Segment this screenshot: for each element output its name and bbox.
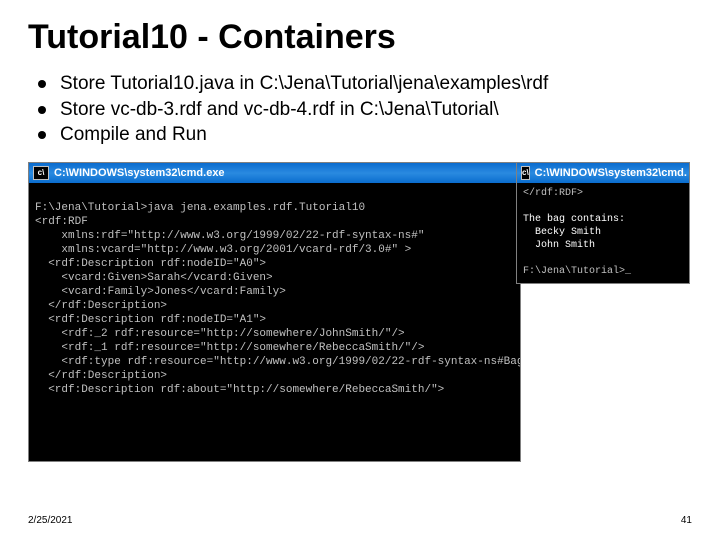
bullet-item: Store vc-db-3.rdf and vc-db-4.rdf in C:\…: [38, 97, 692, 123]
slide: Tutorial10 - Containers Store Tutorial10…: [0, 0, 720, 540]
footer-page: 41: [681, 515, 692, 526]
window-title: C:\WINDOWS\system32\cmd.exe: [54, 166, 225, 180]
console-line: F:\Jena\Tutorial>_: [523, 266, 631, 277]
console-body: </rdf:RDF> The bag contains: Becky Smith…: [517, 183, 689, 282]
cmd-icon: c\: [521, 166, 530, 180]
console-line: <vcard:Given>Sarah</vcard:Given>: [35, 272, 273, 284]
console-line: The bag contains:: [523, 214, 625, 225]
console-line: F:\Jena\Tutorial>java jena.examples.rdf.…: [35, 202, 365, 214]
console-area: c\ C:\WINDOWS\system32\cmd.exe F:\Jena\T…: [28, 162, 690, 462]
console-line: </rdf:Description>: [35, 300, 167, 312]
console-line: <rdf:RDF: [35, 216, 88, 228]
titlebar: c\ C:\WINDOWS\system32\cmd.: [517, 163, 689, 183]
console-body: F:\Jena\Tutorial>java jena.examples.rdf.…: [29, 183, 520, 401]
console-line: <rdf:type rdf:resource="http://www.w3.or…: [35, 356, 520, 368]
console-line: <rdf:Description rdf:nodeID="A0">: [35, 258, 266, 270]
cmd-icon: c\: [33, 166, 49, 180]
console-line: <vcard:Family>Jones</vcard:Family>: [35, 286, 286, 298]
console-line: </rdf:RDF>: [523, 188, 583, 199]
bullet-item: Compile and Run: [38, 122, 692, 148]
bullet-item: Store Tutorial10.java in C:\Jena\Tutoria…: [38, 71, 692, 97]
window-title: C:\WINDOWS\system32\cmd.: [535, 166, 687, 180]
cmd-window-main: c\ C:\WINDOWS\system32\cmd.exe F:\Jena\T…: [28, 162, 521, 462]
console-line: <rdf:Description rdf:about="http://somew…: [35, 384, 444, 396]
console-line: <rdf:_2 rdf:resource="http://somewhere/J…: [35, 328, 405, 340]
console-line: </rdf:Description>: [35, 370, 167, 382]
bullet-list: Store Tutorial10.java in C:\Jena\Tutoria…: [28, 71, 692, 148]
console-line: <rdf:Description rdf:nodeID="A1">: [35, 314, 266, 326]
console-line: John Smith: [523, 240, 595, 251]
titlebar: c\ C:\WINDOWS\system32\cmd.exe: [29, 163, 520, 183]
footer-date: 2/25/2021: [28, 515, 73, 526]
console-line: xmlns:rdf="http://www.w3.org/1999/02/22-…: [35, 230, 424, 242]
cmd-window-secondary: c\ C:\WINDOWS\system32\cmd. </rdf:RDF> T…: [516, 162, 690, 284]
slide-title: Tutorial10 - Containers: [28, 18, 692, 57]
console-line: <rdf:_1 rdf:resource="http://somewhere/R…: [35, 342, 424, 354]
console-line: Becky Smith: [523, 227, 601, 238]
console-line: xmlns:vcard="http://www.w3.org/2001/vcar…: [35, 244, 411, 256]
